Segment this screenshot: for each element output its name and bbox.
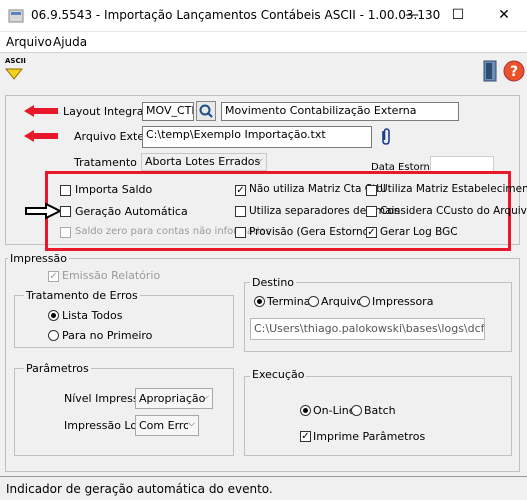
menu-ajuda[interactable]: Ajuda bbox=[53, 35, 87, 49]
close-button[interactable]: ✕ bbox=[481, 0, 527, 31]
emissao-relatorio-checkbox[interactable]: ✓ bbox=[48, 271, 59, 282]
annotation-arrow-red-1 bbox=[24, 105, 58, 117]
imprime-parametros-checkbox[interactable]: ✓ bbox=[300, 431, 311, 442]
saldo-zero-checkbox[interactable] bbox=[60, 227, 71, 238]
online-label: On-Line bbox=[313, 404, 356, 417]
destino-title: Destino bbox=[250, 276, 297, 289]
exit-door-icon[interactable] bbox=[481, 59, 499, 83]
arquivo-radio[interactable] bbox=[308, 296, 319, 307]
layout-description-field: Movimento Contabilização Externa bbox=[221, 102, 459, 121]
impressora-label: Impressora bbox=[372, 295, 434, 308]
geracao-automatica-label: Geração Automática bbox=[75, 205, 188, 218]
imprime-parametros-label: Imprime Parâmetros bbox=[313, 430, 426, 443]
svg-text:?: ? bbox=[510, 64, 518, 80]
maximize-button[interactable]: ☐ bbox=[435, 0, 481, 31]
provisao-label: Provisão (Gera Estorno) bbox=[249, 226, 374, 238]
gerar-log-checkbox[interactable]: ✓ bbox=[366, 227, 377, 238]
nivel-impressao-select[interactable]: Apropriação ⌵ bbox=[135, 388, 213, 409]
tratamento-erros-title: Tratamento de Erros bbox=[24, 289, 140, 302]
search-icon bbox=[199, 104, 213, 118]
status-bar: Indicador de geração automática do event… bbox=[0, 476, 527, 500]
gerar-log-label: Gerar Log BGC bbox=[380, 226, 458, 238]
help-icon[interactable]: ? bbox=[503, 59, 525, 83]
tratamento-erro-value: Aborta Lotes Errados bbox=[145, 155, 261, 168]
layout-code-field[interactable]: MOV_CTB bbox=[142, 102, 194, 121]
utiliza-matriz-estab-checkbox[interactable] bbox=[366, 185, 377, 196]
down-arrow-icon bbox=[5, 68, 23, 80]
annotation-arrow-black bbox=[25, 202, 62, 220]
lista-todos-radio[interactable] bbox=[48, 310, 59, 321]
app-icon bbox=[8, 9, 24, 23]
emissao-relatorio-label: Emissão Relatório bbox=[62, 269, 161, 282]
importa-saldo-checkbox[interactable] bbox=[60, 185, 71, 196]
layout-search-button[interactable] bbox=[196, 101, 216, 121]
parametros-group bbox=[14, 368, 234, 456]
ascii-label: ASCII bbox=[5, 57, 26, 65]
parametros-title: Parâmetros bbox=[24, 362, 91, 375]
considera-ccusto-checkbox[interactable] bbox=[366, 206, 377, 217]
nao-utiliza-matriz-checkbox[interactable]: ✓ bbox=[235, 185, 246, 196]
minimize-button[interactable]: — bbox=[389, 0, 435, 31]
utiliza-matriz-estab-label: Utiliza Matriz Estabelecimento bbox=[380, 183, 527, 195]
chevron-down-icon: ⌵ bbox=[256, 155, 263, 165]
arquivo-externo-field[interactable]: C:\temp\Exemplo Importação.txt bbox=[142, 126, 372, 148]
online-radio[interactable] bbox=[300, 405, 311, 416]
importa-saldo-label: Importa Saldo bbox=[75, 183, 153, 196]
nivel-impressao-value: Apropriação bbox=[139, 392, 206, 405]
para-primeiro-radio[interactable] bbox=[48, 330, 59, 341]
impressao-lotes-value: Com Erro bbox=[139, 419, 190, 432]
geracao-automatica-checkbox[interactable] bbox=[60, 206, 71, 217]
execucao-title: Execução bbox=[250, 368, 307, 381]
destino-path-field[interactable]: C:\Users\thiago.palokowski\bases\logs\dc… bbox=[250, 318, 485, 340]
batch-label: Batch bbox=[364, 404, 396, 417]
chevron-down-icon: ⌵ bbox=[202, 392, 209, 402]
title-bar: 06.9.5543 - Importação Lançamentos Contá… bbox=[0, 0, 527, 32]
menu-bar: Arquivo Ajuda bbox=[0, 32, 527, 51]
destino-group bbox=[244, 282, 512, 352]
status-text: Indicador de geração automática do event… bbox=[6, 482, 273, 496]
lista-todos-label: Lista Todos bbox=[62, 309, 123, 322]
paperclip-icon[interactable] bbox=[377, 127, 395, 147]
arquivo-label: Arquivo bbox=[321, 295, 364, 308]
impressao-title: Impressão bbox=[8, 252, 69, 265]
batch-radio[interactable] bbox=[351, 405, 362, 416]
para-primeiro-label: Para no Primeiro bbox=[62, 329, 153, 342]
annotation-arrow-red-2 bbox=[24, 130, 58, 142]
provisao-checkbox[interactable] bbox=[235, 227, 246, 238]
menu-arquivo[interactable]: Arquivo bbox=[6, 35, 52, 49]
terminal-radio[interactable] bbox=[254, 296, 265, 307]
terminal-label: Terminal bbox=[267, 295, 314, 308]
impressao-lotes-select[interactable]: Com Erro ⌵ bbox=[135, 415, 199, 436]
ascii-button[interactable]: ASCII bbox=[3, 57, 26, 85]
utiliza-separadores-checkbox[interactable] bbox=[235, 206, 246, 217]
toolbar: ASCII ? bbox=[0, 52, 527, 92]
impressora-radio[interactable] bbox=[359, 296, 370, 307]
window-title: 06.9.5543 - Importação Lançamentos Contá… bbox=[31, 8, 441, 22]
tratamento-erro-select[interactable]: Aborta Lotes Errados ⌵ bbox=[141, 153, 267, 171]
chevron-down-icon: ⌵ bbox=[188, 419, 195, 429]
considera-ccusto-label: Considera CCusto do Arquivo bbox=[380, 205, 527, 217]
utiliza-separadores-label: Utiliza separadores decimais bbox=[249, 205, 400, 217]
